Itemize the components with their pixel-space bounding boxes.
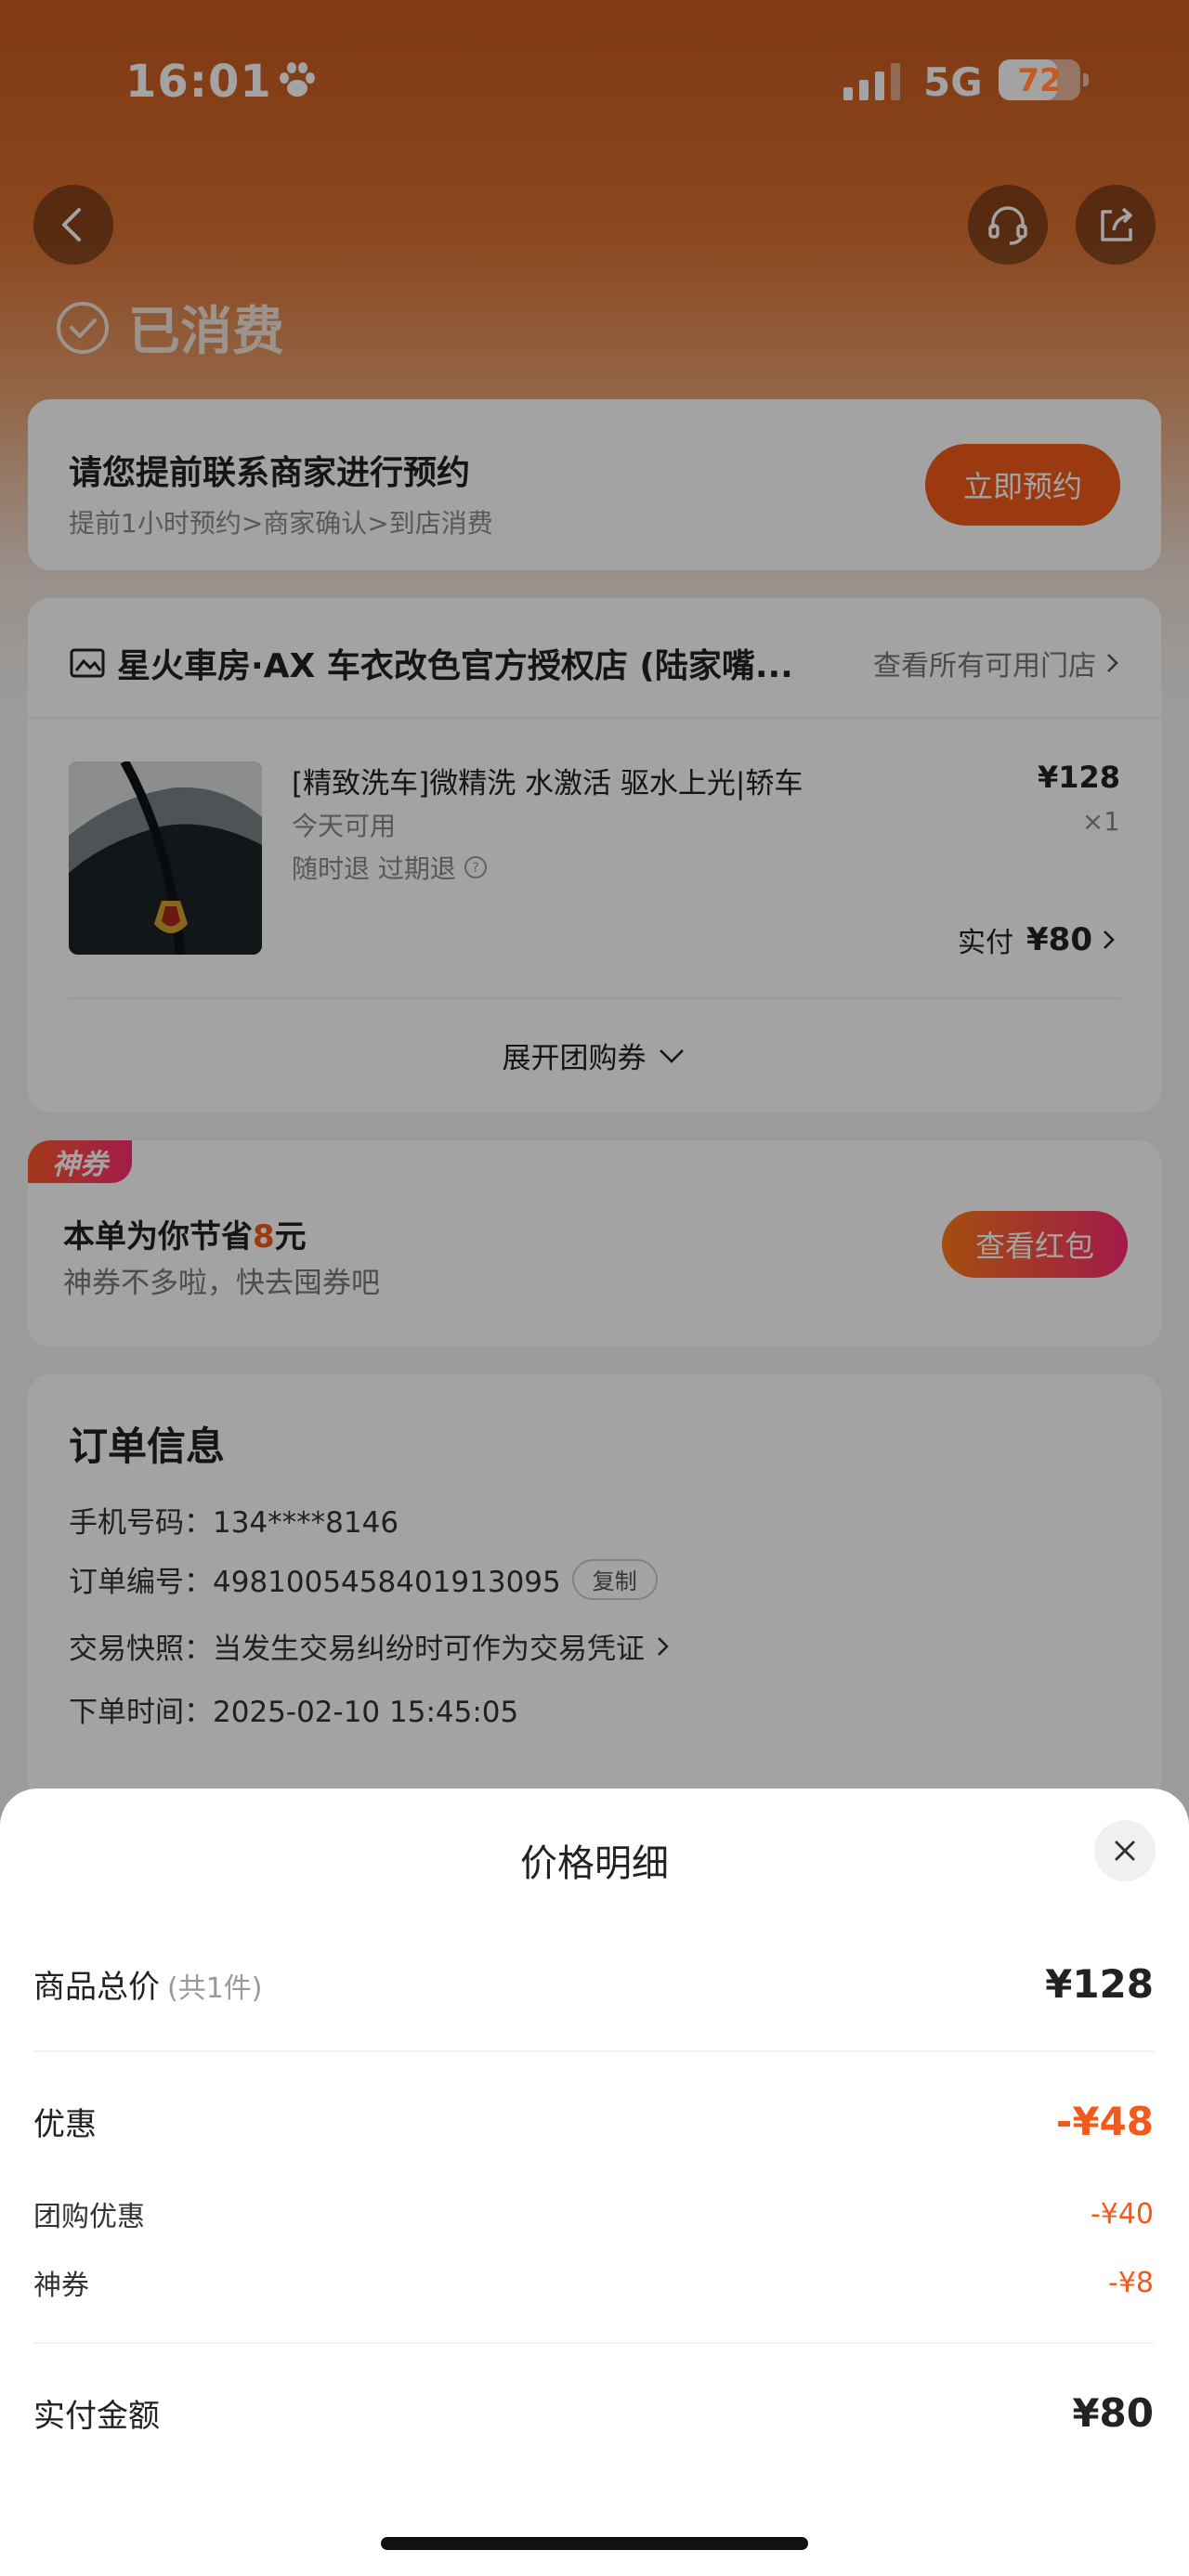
divider (33, 2342, 1154, 2344)
paid-total-value: ¥80 (1072, 2390, 1154, 2436)
total-row: 商品总价 (共1件) ¥128 (33, 1961, 1154, 2007)
total-label-group: 商品总价 (共1件) (33, 1961, 263, 2007)
battery-level: 72 (1017, 62, 1062, 99)
groupbuy-value: -¥40 (1090, 2197, 1154, 2231)
total-count: (共1件) (167, 1972, 263, 2005)
sheet-title: 价格明细 (520, 1842, 669, 1885)
discount-row: 优惠 -¥48 (33, 2099, 1154, 2144)
close-button[interactable] (1094, 1820, 1156, 1881)
discount-label: 优惠 (33, 2106, 97, 2143)
battery-icon: 72 (999, 59, 1080, 100)
paid-total-label: 实付金额 (33, 2398, 160, 2435)
coupon-discount-value: -¥8 (1108, 2266, 1154, 2299)
price-detail-sheet: 价格明细 商品总价 (共1件) ¥128 优惠 -¥48 团购优惠 -¥40 神券… (0, 1789, 1189, 2576)
close-icon (1115, 1841, 1135, 1861)
total-value: ¥128 (1045, 1961, 1154, 2007)
home-indicator[interactable] (381, 2537, 808, 2550)
total-label: 商品总价 (33, 1969, 160, 2006)
divider (33, 2050, 1154, 2052)
discount-value: -¥48 (1055, 2099, 1154, 2144)
groupbuy-row: 团购优惠 -¥40 (33, 2193, 1154, 2234)
groupbuy-label: 团购优惠 (33, 2201, 145, 2233)
paid-total-row: 实付金额 ¥80 (33, 2390, 1154, 2436)
coupon-discount-row: 神券 -¥8 (33, 2262, 1154, 2303)
coupon-discount-label: 神券 (33, 2270, 89, 2302)
